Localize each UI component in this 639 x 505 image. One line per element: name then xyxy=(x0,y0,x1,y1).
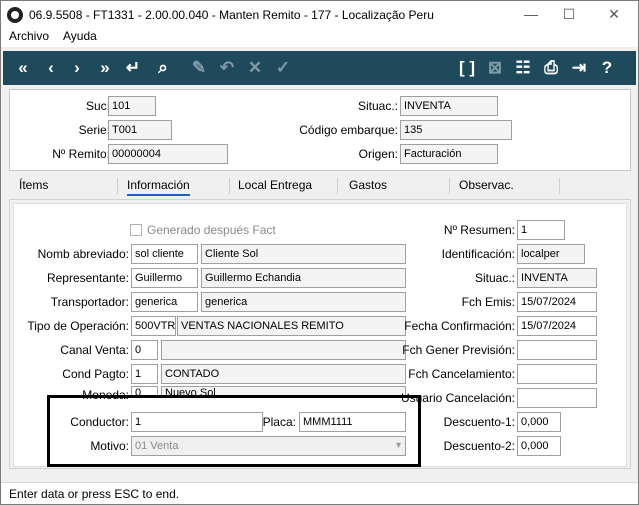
undo-icon[interactable]: ↶ xyxy=(215,56,239,80)
desc1-field[interactable]: 0,000 xyxy=(517,412,561,432)
repres-code-field[interactable]: Guillermo xyxy=(131,268,198,288)
prev-icon[interactable]: ‹ xyxy=(39,56,63,80)
ident-label: Identificación: xyxy=(441,247,515,261)
tab-informacion[interactable]: Información xyxy=(127,178,190,196)
header-panel: Suc: 101 Serie: T001 Nº Remito: 00000004… xyxy=(9,89,631,171)
repres-label: Representante: xyxy=(46,271,129,285)
maximize-icon[interactable]: ☐ xyxy=(554,5,584,25)
tree-icon[interactable]: ☷ xyxy=(511,56,535,80)
origen-field[interactable]: Facturación xyxy=(400,144,498,164)
tab-gastos[interactable]: Gastos xyxy=(349,178,387,192)
header-situac-label: Situac.: xyxy=(357,99,398,113)
clear-icon[interactable]: ⊠ xyxy=(483,56,507,80)
transp-desc-field: generica xyxy=(201,292,406,312)
app-window: 06.9.5508 - FT1331 - 2.00.00.040 - Mante… xyxy=(0,0,639,505)
status-bar: Enter data or press ESC to end. xyxy=(1,482,638,504)
status-text: Enter data or press ESC to end. xyxy=(9,487,180,501)
tab-separator xyxy=(117,178,118,194)
embarque-label: Código embarque: xyxy=(299,123,398,137)
confirm-icon[interactable]: ✓ xyxy=(271,56,295,80)
resumen-label: Nº Resumen: xyxy=(443,223,515,237)
suc-field[interactable]: 101 xyxy=(108,96,156,116)
prevision-field[interactable] xyxy=(517,340,597,360)
serie-field[interactable]: T001 xyxy=(108,120,172,140)
tab-local-entrega[interactable]: Local Entrega xyxy=(238,178,312,192)
generado-label: Generado después Fact xyxy=(147,223,276,237)
usuario-field[interactable] xyxy=(517,388,597,408)
info-situac-field: INVENTA xyxy=(517,268,597,288)
header-situac-field[interactable]: INVENTA xyxy=(400,96,498,116)
tipo-desc-field: VENTAS NACIONALES REMITO xyxy=(177,316,406,336)
app-icon xyxy=(7,7,23,23)
cancel-field[interactable] xyxy=(517,364,597,384)
canal-label: Canal Venta: xyxy=(60,343,129,357)
transp-code-field[interactable]: generica xyxy=(131,292,198,312)
help-icon[interactable]: ? xyxy=(595,56,619,80)
canal-desc-field xyxy=(161,340,406,360)
window-title: 06.9.5508 - FT1331 - 2.00.00.040 - Mante… xyxy=(29,8,434,22)
emis-label: Fch Emis: xyxy=(461,295,515,309)
edit-icon[interactable]: ✎ xyxy=(187,56,211,80)
enter-icon[interactable]: ↵ xyxy=(121,56,145,80)
menu-ayuda[interactable]: Ayuda xyxy=(63,29,97,43)
canal-code-field[interactable]: 0 xyxy=(131,340,158,360)
cond-code-field[interactable]: 1 xyxy=(131,364,158,384)
tipo-label: Tipo de Operación: xyxy=(27,319,129,333)
embarque-field[interactable]: 135 xyxy=(400,120,512,140)
tab-separator xyxy=(449,178,450,194)
tab-separator xyxy=(559,178,560,194)
suc-label: Suc: xyxy=(85,99,110,113)
tipo-code-field[interactable]: 500VTR xyxy=(131,316,176,336)
transp-label: Transportador: xyxy=(50,295,129,309)
exit-icon[interactable]: ⇥ xyxy=(567,56,591,80)
confirm-field[interactable]: 15/07/2024 xyxy=(517,316,597,336)
prevision-label: Fch Gener Previsión: xyxy=(402,343,515,357)
first-icon[interactable]: « xyxy=(11,56,35,80)
cond-label: Cond Pagto: xyxy=(62,367,129,381)
ident-field: localper xyxy=(517,244,585,264)
toolbar: « ‹ › » ↵ ⌕ ✎ ↶ ✕ ✓ [ ] ⊠ ☷ ⎙ ⇥ ? xyxy=(3,51,636,85)
cancel-icon[interactable]: ✕ xyxy=(243,56,267,80)
desc2-field[interactable]: 0,000 xyxy=(517,436,561,456)
minimize-icon[interactable]: — xyxy=(516,5,546,25)
remito-field[interactable]: 00000004 xyxy=(108,144,228,164)
serie-label: Serie: xyxy=(78,123,110,137)
nombre-code-field[interactable]: sol cliente xyxy=(131,244,198,264)
nombre-label: Nomb abreviado: xyxy=(37,247,129,261)
remito-label: Nº Remito: xyxy=(52,147,110,161)
print-icon[interactable]: ⎙ xyxy=(539,56,563,80)
origen-label: Origen: xyxy=(358,147,398,161)
tab-separator xyxy=(229,178,230,194)
nombre-desc-field: Cliente Sol xyxy=(201,244,406,264)
menu-archivo[interactable]: Archivo xyxy=(9,29,49,43)
cond-desc-field: CONTADO xyxy=(161,364,406,384)
highlight-annotation-box xyxy=(47,395,421,467)
tab-bar: Ítems Información Local Entrega Gastos O… xyxy=(9,176,631,198)
close-icon[interactable]: ✕ xyxy=(599,5,629,25)
generado-checkbox[interactable] xyxy=(130,224,142,236)
menu-bar: Archivo Ayuda xyxy=(1,29,638,47)
emis-field[interactable]: 15/07/2024 xyxy=(517,292,597,312)
confirm-label: Fecha Confirmación: xyxy=(404,319,515,333)
brackets-icon[interactable]: [ ] xyxy=(455,56,479,80)
tab-observac[interactable]: Observac. xyxy=(459,178,514,192)
next-icon[interactable]: › xyxy=(65,56,89,80)
tab-separator xyxy=(337,178,338,194)
repres-desc-field: Guillermo Echandia xyxy=(201,268,406,288)
title-bar: 06.9.5508 - FT1331 - 2.00.00.040 - Mante… xyxy=(1,1,638,29)
resumen-field[interactable]: 1 xyxy=(517,220,565,240)
tab-items[interactable]: Ítems xyxy=(19,178,48,192)
last-icon[interactable]: » xyxy=(93,56,117,80)
info-situac-label: Situac.: xyxy=(474,271,515,285)
search-icon[interactable]: ⌕ xyxy=(151,56,175,80)
cancel-label: Fch Cancelamiento: xyxy=(408,367,515,381)
